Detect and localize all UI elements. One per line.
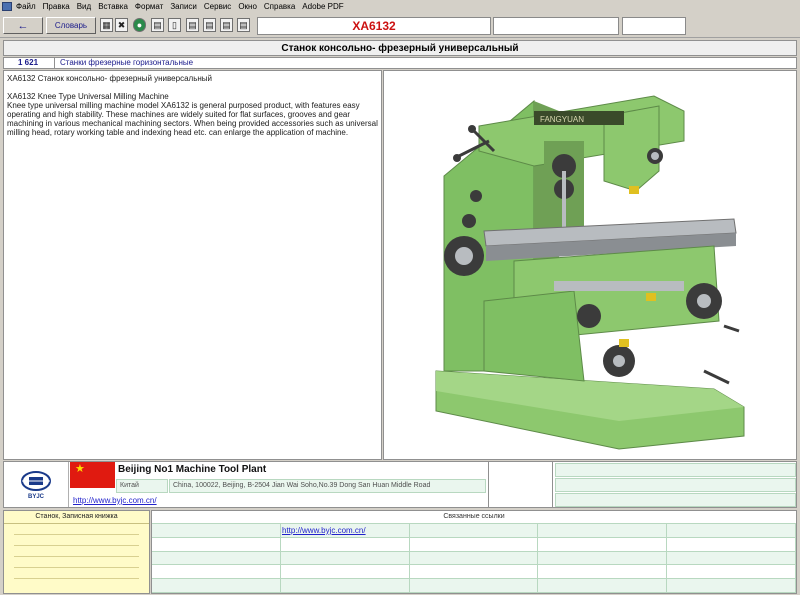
description-body: Knee type universal milling machine mode…: [7, 101, 378, 137]
company-website-link[interactable]: http://www.byjc.com.cn/: [70, 495, 486, 507]
toolbar: ← Словарь ▦ ✖ ● ▤ ▯ ▤ ▤ ▤ ▤ XA6132: [0, 14, 800, 38]
company-logo: BYJC: [4, 462, 69, 507]
arrow-left-icon: ←: [17, 19, 29, 32]
menu-window[interactable]: Окно: [238, 2, 257, 11]
back-button[interactable]: ←: [3, 17, 43, 34]
model-code-field[interactable]: XA6132: [257, 17, 491, 35]
link-cell[interactable]: [409, 537, 539, 552]
link-cell[interactable]: [667, 565, 796, 580]
category-name[interactable]: Станки фрезерные горизонтальные: [55, 58, 193, 68]
related-links-panel: Связанные ссылки http://www.byjc.com.cn/: [151, 510, 797, 594]
link-cell[interactable]: [538, 524, 668, 538]
link-cell[interactable]: [152, 524, 281, 538]
category-code[interactable]: 1 621: [4, 58, 55, 68]
print-icon[interactable]: ▤: [151, 18, 164, 32]
link-cell[interactable]: [538, 537, 668, 552]
notebook-title: Станок, Записная книжка: [4, 511, 149, 524]
note-line: [14, 556, 139, 557]
app-icon[interactable]: [2, 2, 12, 11]
link-cell[interactable]: [280, 579, 410, 593]
menu-view[interactable]: Вид: [77, 2, 91, 11]
related-link-1[interactable]: http://www.byjc.com.cn/: [282, 526, 366, 535]
company-address: China, 100022, Beijing, B-2504 Jian Wai …: [169, 479, 486, 493]
category-row: 1 621 Станки фрезерные горизонтальные: [3, 57, 797, 69]
description-heading: XA6132 Станок консольно- фрезерный униве…: [7, 74, 212, 83]
link-cell[interactable]: [667, 524, 796, 538]
notebook-panel[interactable]: Станок, Записная книжка: [3, 510, 150, 594]
link-cell[interactable]: [280, 551, 410, 566]
company-blank-cell: [488, 462, 553, 507]
link-cell[interactable]: [280, 537, 410, 552]
link-cell[interactable]: [152, 565, 281, 580]
company-extra-cell: [555, 478, 796, 492]
link-cell[interactable]: [538, 565, 668, 580]
company-extra-cell: [555, 463, 796, 477]
menu-help[interactable]: Справка: [264, 2, 295, 11]
menu-bar: Файл Правка Вид Вставка Формат Записи Се…: [0, 0, 800, 13]
note-line: [14, 545, 139, 546]
link-cell[interactable]: [152, 537, 281, 552]
page-icon[interactable]: ▯: [168, 18, 181, 32]
globe-icon[interactable]: ●: [133, 18, 146, 32]
product-image-pane: FANGYUAN: [383, 70, 797, 460]
related-links-grid: [152, 524, 796, 593]
company-info: BYJC ★ Beijing No1 Machine Tool Plant Ки…: [3, 461, 797, 508]
link-cell[interactable]: [280, 565, 410, 580]
link-cell[interactable]: [667, 537, 796, 552]
note-line: [14, 534, 139, 535]
link-cell[interactable]: [409, 551, 539, 566]
note-line: [14, 567, 139, 568]
company-extra-cell: [555, 493, 796, 507]
menu-format[interactable]: Формат: [135, 2, 163, 11]
menu-file[interactable]: Файл: [16, 2, 36, 11]
nameplate-text: FANGYUAN: [540, 115, 584, 124]
dictionary-button[interactable]: Словарь: [46, 17, 96, 34]
logo-text: BYJC: [27, 493, 44, 500]
link-cell[interactable]: [409, 565, 539, 580]
link-cell[interactable]: [152, 579, 281, 593]
tools-icon[interactable]: ✖: [115, 18, 128, 32]
menu-insert[interactable]: Вставка: [98, 2, 128, 11]
description-title: XA6132 Knee Type Universal Milling Machi…: [7, 92, 169, 101]
doc-icon[interactable]: ▤: [203, 18, 216, 32]
description-pane[interactable]: XA6132 Станок консольно- фрезерный униве…: [3, 70, 382, 460]
link-cell[interactable]: [667, 579, 796, 593]
menu-adobe-pdf[interactable]: Adobe PDF: [302, 2, 343, 11]
link-cell[interactable]: [409, 524, 539, 538]
link-cell[interactable]: [152, 551, 281, 566]
related-links-title: Связанные ссылки: [152, 511, 796, 524]
company-name: Beijing No1 Machine Tool Plant: [118, 464, 267, 475]
link-cell[interactable]: [667, 551, 796, 566]
doc-icon[interactable]: ▤: [237, 18, 250, 32]
byjc-logo-icon: [21, 470, 51, 491]
link-cell[interactable]: [538, 579, 668, 593]
milling-machine-photo: FANGYUAN: [435, 95, 745, 450]
grid-icon[interactable]: ▦: [100, 18, 113, 32]
china-flag-icon: ★: [70, 462, 115, 488]
doc-icon[interactable]: ▤: [220, 18, 233, 32]
page-title: Станок консольно- фрезерный универсальны…: [3, 40, 797, 56]
star-icon: ★: [75, 463, 85, 475]
doc-icon[interactable]: ▤: [186, 18, 199, 32]
menu-edit[interactable]: Правка: [43, 2, 70, 11]
menu-records[interactable]: Записи: [170, 2, 197, 11]
company-country: Китай: [116, 479, 168, 493]
blank-field-1[interactable]: [493, 17, 619, 35]
link-cell[interactable]: [538, 551, 668, 566]
menu-service[interactable]: Сервис: [204, 2, 231, 11]
blank-field-2[interactable]: [622, 17, 686, 35]
note-line: [14, 578, 139, 579]
link-cell[interactable]: [409, 579, 539, 593]
